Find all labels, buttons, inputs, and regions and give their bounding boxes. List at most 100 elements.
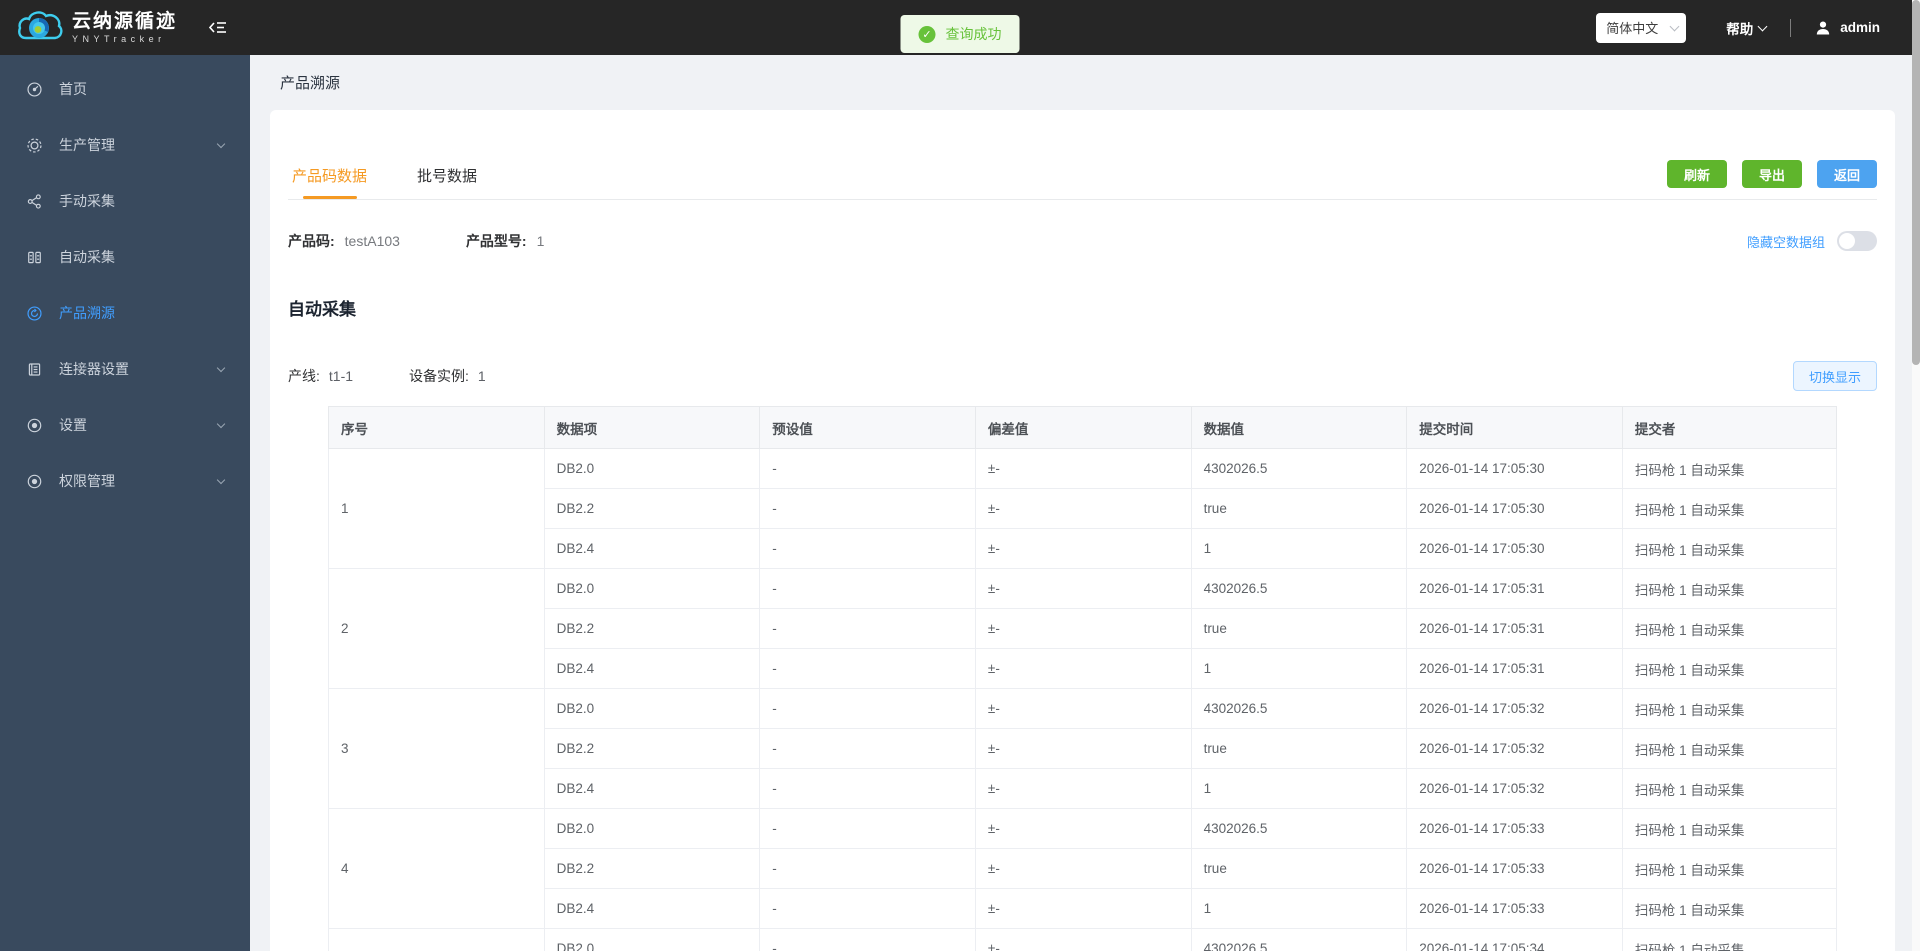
cell-time: 2026-01-14 17:05:31 bbox=[1406, 568, 1623, 609]
cell-preset: - bbox=[759, 848, 976, 889]
device-value: 1 bbox=[477, 368, 486, 384]
connector-icon bbox=[24, 361, 44, 378]
cell-item: DB2.0 bbox=[543, 568, 761, 609]
cell-time: 2026-01-14 17:05:30 bbox=[1406, 488, 1623, 529]
column-header: 偏差值 bbox=[974, 406, 1192, 449]
cell-time: 2026-01-14 17:05:33 bbox=[1406, 888, 1623, 929]
seq-cell: 3 bbox=[328, 688, 545, 809]
cell-value: 4302026.5 bbox=[1190, 808, 1408, 849]
language-selected: 简体中文 bbox=[1606, 21, 1659, 36]
app-logo: 云纳源循迹 YNYTracker bbox=[0, 8, 177, 48]
cell-item: DB2.0 bbox=[543, 688, 761, 729]
cell-submitter: 扫码枪 1 自动采集 bbox=[1621, 928, 1838, 951]
cell-preset: - bbox=[759, 888, 976, 929]
sidebar-item-1[interactable]: 生产管理 bbox=[0, 117, 250, 173]
sidebar-item-label: 生产管理 bbox=[59, 137, 115, 153]
language-select[interactable]: 简体中文 bbox=[1596, 12, 1687, 43]
cloud-logo-icon bbox=[18, 10, 63, 39]
cell-value: 1 bbox=[1190, 888, 1408, 929]
cell-submitter: 扫码枪 1 自动采集 bbox=[1621, 688, 1838, 729]
table-row: DB2.2- ±- true 2026-01-14 17:05:32 扫码枪 1 自动采… bbox=[329, 728, 1838, 769]
data-table: 序号 数据项 预设值 偏差值 数据值 提交时间 提交者 1 DB2.0- ±- 4302026.5… bbox=[328, 406, 1838, 951]
content-card: 产品码数据 批号数据 刷新 导出 返回 产品码: testA103 产品型号: … bbox=[270, 110, 1895, 951]
sidebar-item-6[interactable]: 设置 bbox=[0, 397, 250, 453]
toggle-display-button[interactable]: 切换显示 bbox=[1792, 361, 1877, 391]
export-button[interactable]: 导出 bbox=[1741, 160, 1802, 188]
section-title: 自动采集 bbox=[288, 300, 356, 319]
trace-icon bbox=[24, 305, 44, 322]
chevron-down-icon bbox=[216, 419, 226, 428]
seq-cell bbox=[328, 928, 545, 951]
chevron-down-icon bbox=[216, 139, 226, 148]
topbar-right: 简体中文 帮助 admin bbox=[1596, 12, 1920, 43]
cell-item: DB2.4 bbox=[543, 888, 761, 929]
sidebar-item-label: 自动采集 bbox=[59, 249, 115, 265]
toast-success: 查询成功 bbox=[900, 15, 1020, 53]
cell-time: 2026-01-14 17:05:33 bbox=[1406, 808, 1623, 849]
back-button[interactable]: 返回 bbox=[1816, 160, 1877, 188]
sidebar-item-7[interactable]: 权限管理 bbox=[0, 453, 250, 509]
column-header: 数据项 bbox=[543, 406, 761, 449]
scrollbar-thumb[interactable] bbox=[1912, 0, 1920, 365]
column-header: 序号 bbox=[328, 406, 545, 449]
cell-deviation: ±- bbox=[974, 448, 1192, 489]
cell-time: 2026-01-14 17:05:30 bbox=[1406, 448, 1623, 489]
cell-value: 4302026.5 bbox=[1190, 448, 1408, 489]
table-row: 2 DB2.0- ±- 4302026.5 2026-01-14 17:05:31 扫码枪… bbox=[328, 568, 1838, 689]
hide-empty-toggle[interactable] bbox=[1837, 231, 1877, 251]
table-row: DB2.4- ±- 1 2026-01-14 17:05:31 扫码枪 1 自动采集 bbox=[329, 648, 1838, 689]
cell-preset: - bbox=[759, 768, 976, 809]
tab-product-code-data[interactable]: 产品码数据 bbox=[288, 165, 371, 199]
line-value: t1-1 bbox=[328, 368, 354, 384]
cell-deviation: ±- bbox=[974, 848, 1192, 889]
table-row: DB2.2- ±- true 2026-01-14 17:05:33 扫码枪 1 自动采… bbox=[329, 848, 1838, 889]
cell-item: DB2.4 bbox=[543, 648, 761, 689]
sidebar-item-3[interactable]: 自动采集 bbox=[0, 229, 250, 285]
user-menu[interactable]: admin bbox=[1815, 20, 1880, 36]
table-row: DB2.0- ±- 4302026.5 2026-01-14 17:05:34 扫码枪 … bbox=[328, 928, 1838, 951]
cell-deviation: ±- bbox=[974, 808, 1192, 849]
cell-time: 2026-01-14 17:05:32 bbox=[1406, 688, 1623, 729]
cell-value: true bbox=[1190, 608, 1408, 649]
brand-subtitle: YNYTracker bbox=[72, 34, 166, 44]
table-row: DB2.4- ±- 1 2026-01-14 17:05:33 扫码枪 1 自动采集 bbox=[329, 888, 1838, 929]
cell-preset: - bbox=[759, 528, 976, 569]
sidebar-item-label: 权限管理 bbox=[59, 473, 115, 489]
column-header: 提交者 bbox=[1621, 406, 1838, 449]
cell-preset: - bbox=[759, 728, 976, 769]
cell-submitter: 扫码枪 1 自动采集 bbox=[1621, 448, 1838, 489]
tabs-bar: 产品码数据 批号数据 刷新 导出 返回 bbox=[288, 110, 1877, 200]
cell-deviation: ±- bbox=[974, 768, 1192, 809]
table-row: DB2.4- ±- 1 2026-01-14 17:05:30 扫码枪 1 自动采集 bbox=[329, 528, 1838, 569]
sidebar-item-5[interactable]: 连接器设置 bbox=[0, 341, 250, 397]
cell-value: 1 bbox=[1190, 768, 1408, 809]
table-row: 1 DB2.0- ±- 4302026.5 2026-01-14 17:05:30 扫码枪… bbox=[328, 448, 1838, 569]
cell-preset: - bbox=[759, 568, 976, 609]
sidebar-item-4[interactable]: 产品溯源 bbox=[0, 285, 250, 341]
divider bbox=[1790, 18, 1792, 37]
sidebar-item-2[interactable]: 手动采集 bbox=[0, 173, 250, 229]
tab-batch-data[interactable]: 批号数据 bbox=[413, 165, 481, 199]
cell-deviation: ±- bbox=[974, 528, 1192, 569]
refresh-button[interactable]: 刷新 bbox=[1666, 160, 1727, 188]
production-icon bbox=[24, 137, 44, 154]
table-row: DB2.2- ±- true 2026-01-14 17:05:30 扫码枪 1 自动采… bbox=[329, 488, 1838, 529]
cell-preset: - bbox=[759, 648, 976, 689]
cell-preset: - bbox=[759, 808, 976, 849]
sidebar-item-0[interactable]: 首页 bbox=[0, 61, 250, 117]
sidebar-item-label: 产品溯源 bbox=[59, 305, 115, 321]
column-header: 预设值 bbox=[759, 406, 976, 449]
help-menu[interactable]: 帮助 bbox=[1726, 18, 1768, 38]
cell-preset: - bbox=[759, 688, 976, 729]
username: admin bbox=[1840, 20, 1880, 35]
cell-item: DB2.0 bbox=[543, 448, 761, 489]
sidebar: 首页生产管理手动采集自动采集产品溯源连接器设置 设置权限管理 bbox=[0, 55, 250, 951]
line-label: 产线: bbox=[288, 368, 320, 384]
cell-submitter: 扫码枪 1 自动采集 bbox=[1621, 728, 1838, 769]
cell-preset: - bbox=[759, 448, 976, 489]
scrollbar-track[interactable] bbox=[1912, 0, 1920, 951]
column-header: 数据值 bbox=[1190, 406, 1408, 449]
product-code-label: 产品码: bbox=[288, 233, 335, 249]
menu-fold-icon[interactable] bbox=[209, 20, 228, 35]
cell-item: DB2.0 bbox=[543, 808, 761, 849]
